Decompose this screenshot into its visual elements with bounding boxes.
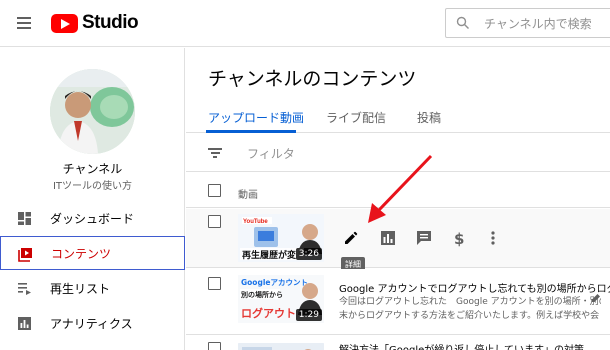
dashboard-icon <box>18 212 31 225</box>
logo-text: Studio <box>82 12 139 33</box>
filter-bar[interactable]: フィルタ <box>186 134 610 172</box>
table-row[interactable]: YouTube 再生履歴が変 3:26 $ 詳細 <box>186 209 610 272</box>
sidebar-item-label: アナリティクス <box>50 316 133 331</box>
filter-input[interactable]: フィルタ <box>247 145 295 162</box>
thumb-caption-top: YouTube <box>243 219 268 225</box>
table-row[interactable]: 解決方法「Googleが繰り返し停止しています」の対策 <box>186 336 610 350</box>
active-tab-indicator <box>206 130 296 133</box>
sidebar-item-content[interactable]: コンテンツ <box>0 236 185 270</box>
video-title[interactable]: 解決方法「Googleが繰り返し停止しています」の対策 <box>339 341 610 350</box>
video-duration: 3:26 <box>295 248 322 260</box>
monetization-icon[interactable]: $ <box>450 229 468 247</box>
sidebar-item-dashboard[interactable]: ダッシュボード <box>0 201 185 235</box>
studio-logo[interactable]: Studio <box>51 12 139 33</box>
search-input[interactable]: チャンネル内で検索 <box>445 8 610 38</box>
svg-text:$: $ <box>454 230 464 247</box>
sidebar-item-label: コンテンツ <box>51 246 112 261</box>
thumb-caption-mid: 別の場所から <box>240 290 283 299</box>
main-content: チャンネルのコンテンツ アップロード動画 ライブ配信 投稿 フィルタ 動画 Yo… <box>186 48 610 350</box>
thumb-caption-top: Googleアカウント <box>241 278 308 287</box>
tab-live[interactable]: ライブ配信 <box>326 109 386 126</box>
analytics-icon <box>18 317 31 330</box>
row-checkbox[interactable] <box>208 215 221 228</box>
tab-posts[interactable]: 投稿 <box>417 109 441 126</box>
sidebar-item-playlists[interactable]: 再生リスト <box>0 271 185 305</box>
thumb-caption: 再生履歴が変 <box>242 249 296 261</box>
video-title[interactable]: Google アカウントでログアウトし忘れても別の場所からログア <box>339 280 610 295</box>
comments-icon[interactable] <box>415 229 433 247</box>
select-all-checkbox[interactable] <box>208 184 221 197</box>
sidebar-item-label: ダッシュボード <box>50 211 135 226</box>
video-duration: 1:29 <box>295 309 322 321</box>
sidebar: チャンネル ITツールの使い方 ダッシュボード コンテンツ 再生リスト アナリテ… <box>0 48 185 350</box>
tab-bar: アップロード動画 ライブ配信 投稿 <box>186 103 610 133</box>
sidebar-item-label: 再生リスト <box>50 281 111 296</box>
page-title: チャンネルのコンテンツ <box>208 68 417 90</box>
video-thumbnail[interactable]: Googleアカウント 別の場所から ログアウト 1:29 <box>238 275 324 323</box>
channel-subtitle: ITツールの使い方 <box>52 181 133 192</box>
channel-name: チャンネル <box>62 162 123 176</box>
table-row[interactable]: Googleアカウント 別の場所から ログアウト 1:29 Google アカウ… <box>186 269 610 335</box>
top-bar: Studio チャンネル内で検索 <box>0 0 610 47</box>
content-icon <box>18 248 32 262</box>
thumb-caption: ログアウト <box>241 306 296 320</box>
video-thumbnail[interactable] <box>238 343 324 350</box>
more-icon[interactable] <box>484 229 502 247</box>
video-description-line: 今回はログアウトし忘れた Google アカウントを別の場所・別の端 <box>339 297 601 307</box>
filter-icon[interactable] <box>208 148 222 159</box>
channel-avatar[interactable] <box>50 69 135 154</box>
sidebar-item-analytics[interactable]: アナリティクス <box>0 306 185 340</box>
edit-icon[interactable] <box>591 291 603 303</box>
menu-icon[interactable] <box>17 17 31 29</box>
video-description: 今回はログアウトし忘れた Google アカウントを別の場所・別の端 末からログ… <box>339 295 601 323</box>
video-description-line: 末からログアウトする方法をご紹介いたします。例えば学校や会 <box>339 311 600 321</box>
row-checkbox[interactable] <box>208 342 221 350</box>
playlist-icon <box>18 283 31 295</box>
column-header-video: 動画 <box>238 190 258 201</box>
youtube-logo-icon <box>51 13 78 33</box>
analytics-icon[interactable] <box>379 229 397 247</box>
search-placeholder: チャンネル内で検索 <box>484 16 592 31</box>
tab-uploads[interactable]: アップロード動画 <box>208 109 304 126</box>
table-header: 動画 <box>186 173 610 208</box>
row-checkbox[interactable] <box>208 277 221 290</box>
video-thumbnail[interactable]: YouTube 再生履歴が変 3:26 <box>238 214 324 262</box>
search-icon <box>456 16 469 29</box>
edit-icon[interactable] <box>342 229 360 247</box>
